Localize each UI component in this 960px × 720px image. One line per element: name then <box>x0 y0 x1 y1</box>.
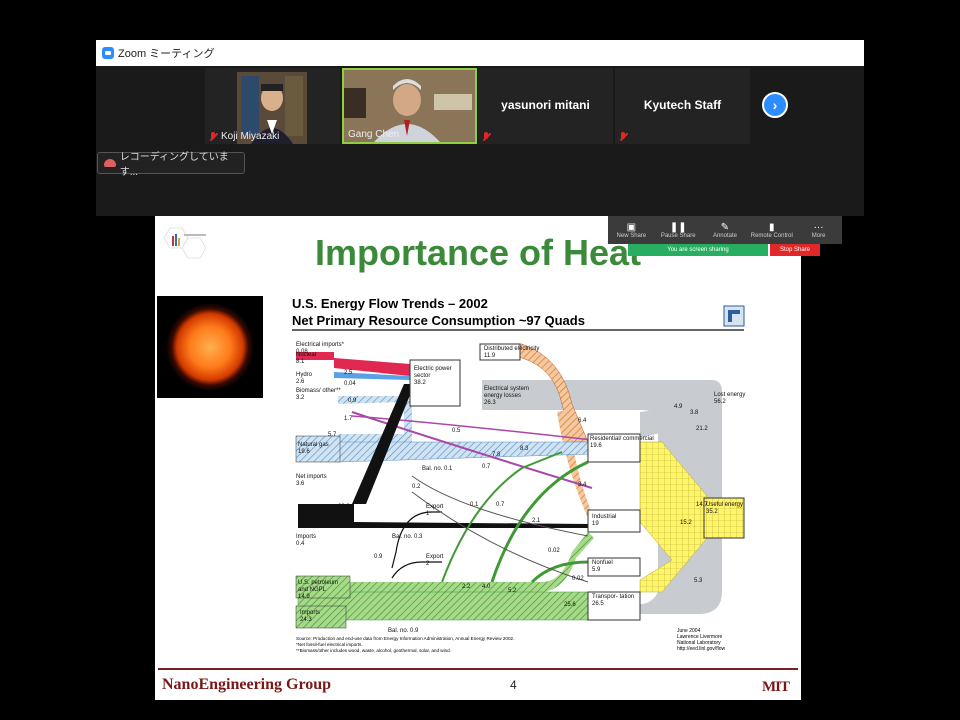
zoom-app-icon <box>102 47 114 59</box>
screen-sharing-status: You are screen sharing <box>628 244 768 256</box>
flow-value-label: 14.7 <box>696 502 708 508</box>
flow-value-label: 0.7 <box>496 502 505 508</box>
energy-flow-chart: U.S. Energy Flow Trends – 2002 Net Prima… <box>292 296 745 653</box>
pause-share-button[interactable]: ❚❚ Pause Share <box>655 216 702 244</box>
chevron-right-icon: › <box>772 97 778 113</box>
flow-value-label: Bal. no. 0.1 <box>422 466 453 472</box>
chart-subtitle: Net Primary Resource Consumption ~97 Qua… <box>292 313 585 328</box>
flow-value-label: 0.2 <box>412 484 421 490</box>
participant-tile-koji[interactable]: Koji Miyazaki <box>205 68 340 144</box>
node-label: Export 1 <box>426 504 444 517</box>
flow-value-label: 0.02 <box>548 548 560 554</box>
llnl-logo <box>723 305 745 327</box>
node-label: Hydro 2.6 <box>296 372 313 385</box>
chart-credit-line: http://eed.llnl.gov/flow <box>677 646 725 652</box>
flow-value-label: 2.1 <box>532 518 541 524</box>
flow-value-label: 4.0 <box>482 584 491 590</box>
mouse-icon: ▮ <box>769 221 775 233</box>
node-label: Imports 0.4 <box>296 534 316 547</box>
chart-title: U.S. Energy Flow Trends – 2002 <box>292 296 488 311</box>
node-label: Net imports 3.6 <box>296 474 327 487</box>
flow-value-label: 2.2 <box>462 584 471 590</box>
flow-value-label: Bal. no. 0.3 <box>392 534 423 540</box>
chart-source-note: Source: Production and end-use data from… <box>296 636 514 641</box>
share-toolbar: ▣ New Share ❚❚ Pause Share ✎ Annotate ▮ Remo… <box>608 216 842 244</box>
next-participants-button[interactable]: › <box>762 92 788 118</box>
muted-mic-icon <box>209 131 218 142</box>
cloud-recording-icon <box>104 159 116 167</box>
flow-value-label: 0.1 <box>470 502 479 508</box>
petroleum-to-power-flow <box>441 451 563 583</box>
chart-footnote-2: **Biomass/other includes wood, waste, al… <box>296 648 451 653</box>
flow-value-label: 8.3 <box>520 446 529 452</box>
more-button[interactable]: ··· More <box>795 216 842 244</box>
slide-page-number: 4 <box>510 678 517 692</box>
flow-value-label: 1.7 <box>344 416 353 422</box>
flow-value-label: 0.5 <box>452 428 461 434</box>
flow-value-label: 25.6 <box>564 602 576 608</box>
stop-share-button[interactable]: Stop Share <box>770 244 820 256</box>
window-titlebar: Zoom ミーティング <box>96 40 864 66</box>
node-label: Lost energy 56.2 <box>714 392 745 405</box>
remote-control-button[interactable]: ▮ Remote Control <box>748 216 795 244</box>
participant-name-yasunori: yasunori mitani <box>501 98 590 112</box>
petroleum-export-flow <box>391 561 442 579</box>
muted-mic-icon <box>482 132 491 142</box>
annotate-button[interactable]: ✎ Annotate <box>702 216 749 244</box>
recording-indicator[interactable]: レコーディングしています... <box>97 152 245 178</box>
flow-value-label: 0.02 <box>572 576 584 582</box>
sun-image <box>157 296 263 398</box>
share-screen-icon: ▣ <box>626 221 637 233</box>
window-title: Zoom ミーティング <box>118 48 215 60</box>
chart-footnote-1: *Net fossil-fuel electrical imports. <box>296 642 363 647</box>
more-icon: ··· <box>813 221 824 233</box>
flow-value-label: 4.9 <box>674 404 683 410</box>
participant-tile-gang[interactable]: Gang Chen <box>342 68 477 144</box>
coal-to-industrial-flow <box>354 522 590 528</box>
flow-value-label: 0.9 <box>374 554 383 560</box>
participant-name-gang: Gang Chen <box>348 129 400 140</box>
node-label: Biomass/ other** 3.2 <box>296 388 341 401</box>
flow-value-label: 3.4 <box>578 482 587 488</box>
node-label: Coal 22.6 <box>300 510 312 523</box>
flow-value-label: 5.3 <box>694 578 703 584</box>
flow-value-label: 0.9 <box>348 398 357 404</box>
slide-footer-rule <box>158 668 798 670</box>
flow-value-label: 5.7 <box>328 432 337 438</box>
participant-name-koji: Koji Miyazaki <box>209 131 279 142</box>
flow-value-label: 0.7 <box>482 464 491 470</box>
flow-value-label: 15.2 <box>680 520 692 526</box>
flow-value-label: 21.2 <box>696 426 708 432</box>
flow-value-label: 6.4 <box>578 418 587 424</box>
pause-icon: ❚❚ <box>669 221 687 233</box>
muted-mic-icon <box>619 132 628 142</box>
chart-credit: June 2004 Lawrence Livermore National La… <box>677 628 725 652</box>
participant-tile-kyutech[interactable]: Kyutech Staff <box>615 68 750 144</box>
participant-tile-yasunori[interactable]: yasunori mitani <box>478 68 613 144</box>
nanoengineering-group-label: NanoEngineering Group <box>162 676 332 693</box>
new-share-button[interactable]: ▣ New Share <box>608 216 655 244</box>
flow-value-label: 0.04 <box>344 381 356 387</box>
participant-name-kyutech: Kyutech Staff <box>643 98 722 112</box>
pencil-icon: ✎ <box>720 221 730 233</box>
mit-logo: MIT <box>762 679 790 695</box>
flow-value-label: 5.2 <box>508 588 517 594</box>
flow-value-label: 20.0 <box>338 504 350 510</box>
node-label: Export 2 <box>426 554 444 567</box>
flow-value-label: Bal. no. 0.9 <box>388 628 419 634</box>
flow-value-label: 3.8 <box>690 410 699 416</box>
flow-value-label: 7.8 <box>492 452 501 458</box>
flow-value-label: 2.5 <box>344 370 353 376</box>
